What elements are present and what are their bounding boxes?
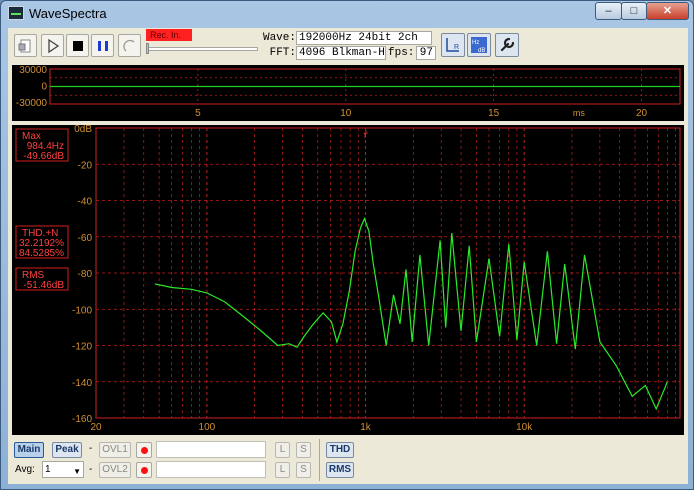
spectrum-y-tick: 0dB [74,125,92,135]
fps-label: fps: [388,47,415,59]
loop-button[interactable] [118,34,141,57]
spectrum-y-tick: -40 [78,197,93,208]
bottom-controls: Main Peak - OVL1 L S Avg: 1 ▼ - OVL2 L S … [8,437,688,484]
ovl1-field[interactable] [156,441,266,458]
loop-icon [123,39,135,52]
svg-text:R: R [454,44,459,51]
maximize-button[interactable]: □ [621,2,647,20]
pause-button[interactable] [91,34,114,57]
channel-lr-icon: R [446,38,459,52]
ovl2-save-button[interactable]: S [296,462,311,478]
spectrum-y-tick: -80 [78,269,93,280]
thd-readout-text: 84.5285% [19,248,64,259]
spectrum-x-tick: 1k [360,422,372,433]
avg-select[interactable]: 1 ▼ [42,461,84,478]
svg-text:Hz: Hz [472,40,479,46]
fps-value: 97 [416,46,436,60]
thd-readout: THD.+N32.2192%84.5285% [15,225,69,259]
spectrum-y-tick: -120 [72,342,92,353]
ovl1-save-button[interactable]: S [296,442,311,458]
divider [319,439,320,481]
play-icon [48,38,60,54]
stop-button[interactable] [66,34,89,57]
spectrum-y-tick: -100 [72,305,92,316]
scope-y-tick: 0 [41,82,47,93]
spectrum-trace [154,216,668,411]
spectrum-chart: 0dB -20 -40 -60 -80 -100 -120 -140 -16020 100 1k 10… [12,125,684,435]
ovl2-record-button[interactable] [136,462,152,478]
ovl1-record-button[interactable] [136,442,152,458]
wave-format: 192000Hz 24bit 2ch [296,31,432,45]
scope-x-tick: 5 [195,108,201,119]
hz-db-icon: Hz dB [471,37,487,54]
ovl1-button[interactable]: OVL1 [99,442,131,458]
app-window: WaveSpectra – □ ✕ Rec. In. Wave: 192000H… [0,0,694,490]
title-bar[interactable]: WaveSpectra – □ ✕ [1,1,693,27]
chevron-down-icon: ▼ [73,467,81,476]
spectrum-y-tick: -20 [78,160,93,171]
fft-label: FFT: [269,47,296,59]
spectrum-x-tick: 100 [199,422,216,433]
ovl2-field[interactable] [156,461,266,478]
rec-level-thumb[interactable] [146,43,149,54]
max-readout: Max984.4Hz-49.66dB [15,128,69,162]
max-readout-text: -49.66dB [23,151,64,162]
spectrum-y-tick: -160 [72,414,92,425]
scope-y-tick: 30000 [19,65,47,76]
close-button[interactable]: ✕ [646,2,689,20]
spectrum-y-tick: -60 [78,233,93,244]
ovl1-load-button[interactable]: L [275,442,290,458]
open-file-button[interactable] [14,34,37,57]
peak-button[interactable]: Peak [52,442,82,458]
spectrum-frame [95,127,681,419]
scope-x-tick: 20 [636,108,648,119]
spectrum-x-tick: 20 [90,422,102,433]
rms-button[interactable]: RMS [326,462,354,478]
minimize-button[interactable]: – [595,2,622,20]
wave-label: Wave: [262,32,296,44]
stop-icon [73,41,83,51]
axis-setting-button[interactable]: Hz dB [467,33,491,57]
window-title: WaveSpectra [29,6,107,21]
settings-button[interactable] [495,33,519,57]
file-icon [18,39,31,53]
spectrum-y-tick: -140 [72,378,92,389]
peak-marker: f [363,131,368,141]
channel-view-button[interactable]: R [441,33,465,57]
scope-x-unit: ms [573,108,585,118]
main-button[interactable]: Main [14,442,44,458]
scope-x-tick: 10 [340,108,352,119]
avg-label: Avg: [15,464,35,475]
dash-separator: - [89,443,93,454]
ovl2-button[interactable]: OVL2 [99,462,131,478]
rec-input-label: Rec. In. [146,29,192,41]
dash-separator-2: - [89,464,93,475]
rec-level-slider[interactable] [146,47,258,51]
play-button[interactable] [41,34,64,57]
fft-setting: 4096 Blkman-H7 [296,46,386,60]
app-icon [8,6,24,20]
ovl2-load-button[interactable]: L [275,462,290,478]
waveform-scope: 30000 0 -30000 5 10 15 20 ms [12,65,684,121]
scope-y-tick: -30000 [16,98,48,109]
pause-icon [98,41,108,51]
rms-readout: RMS-51.46dB [15,267,69,291]
spectrum-x-tick: 10k [516,422,533,433]
rms-readout-text: -51.46dB [23,280,64,291]
svg-text:dB: dB [478,48,485,54]
toolbar: Rec. In. Wave: 192000Hz 24bit 2ch FFT: 4… [8,28,688,64]
avg-value: 1 [45,464,51,475]
client-area: Rec. In. Wave: 192000Hz 24bit 2ch FFT: 4… [8,28,688,484]
wrench-icon [500,37,515,52]
thd-button[interactable]: THD [326,442,354,458]
scope-x-tick: 15 [488,108,500,119]
